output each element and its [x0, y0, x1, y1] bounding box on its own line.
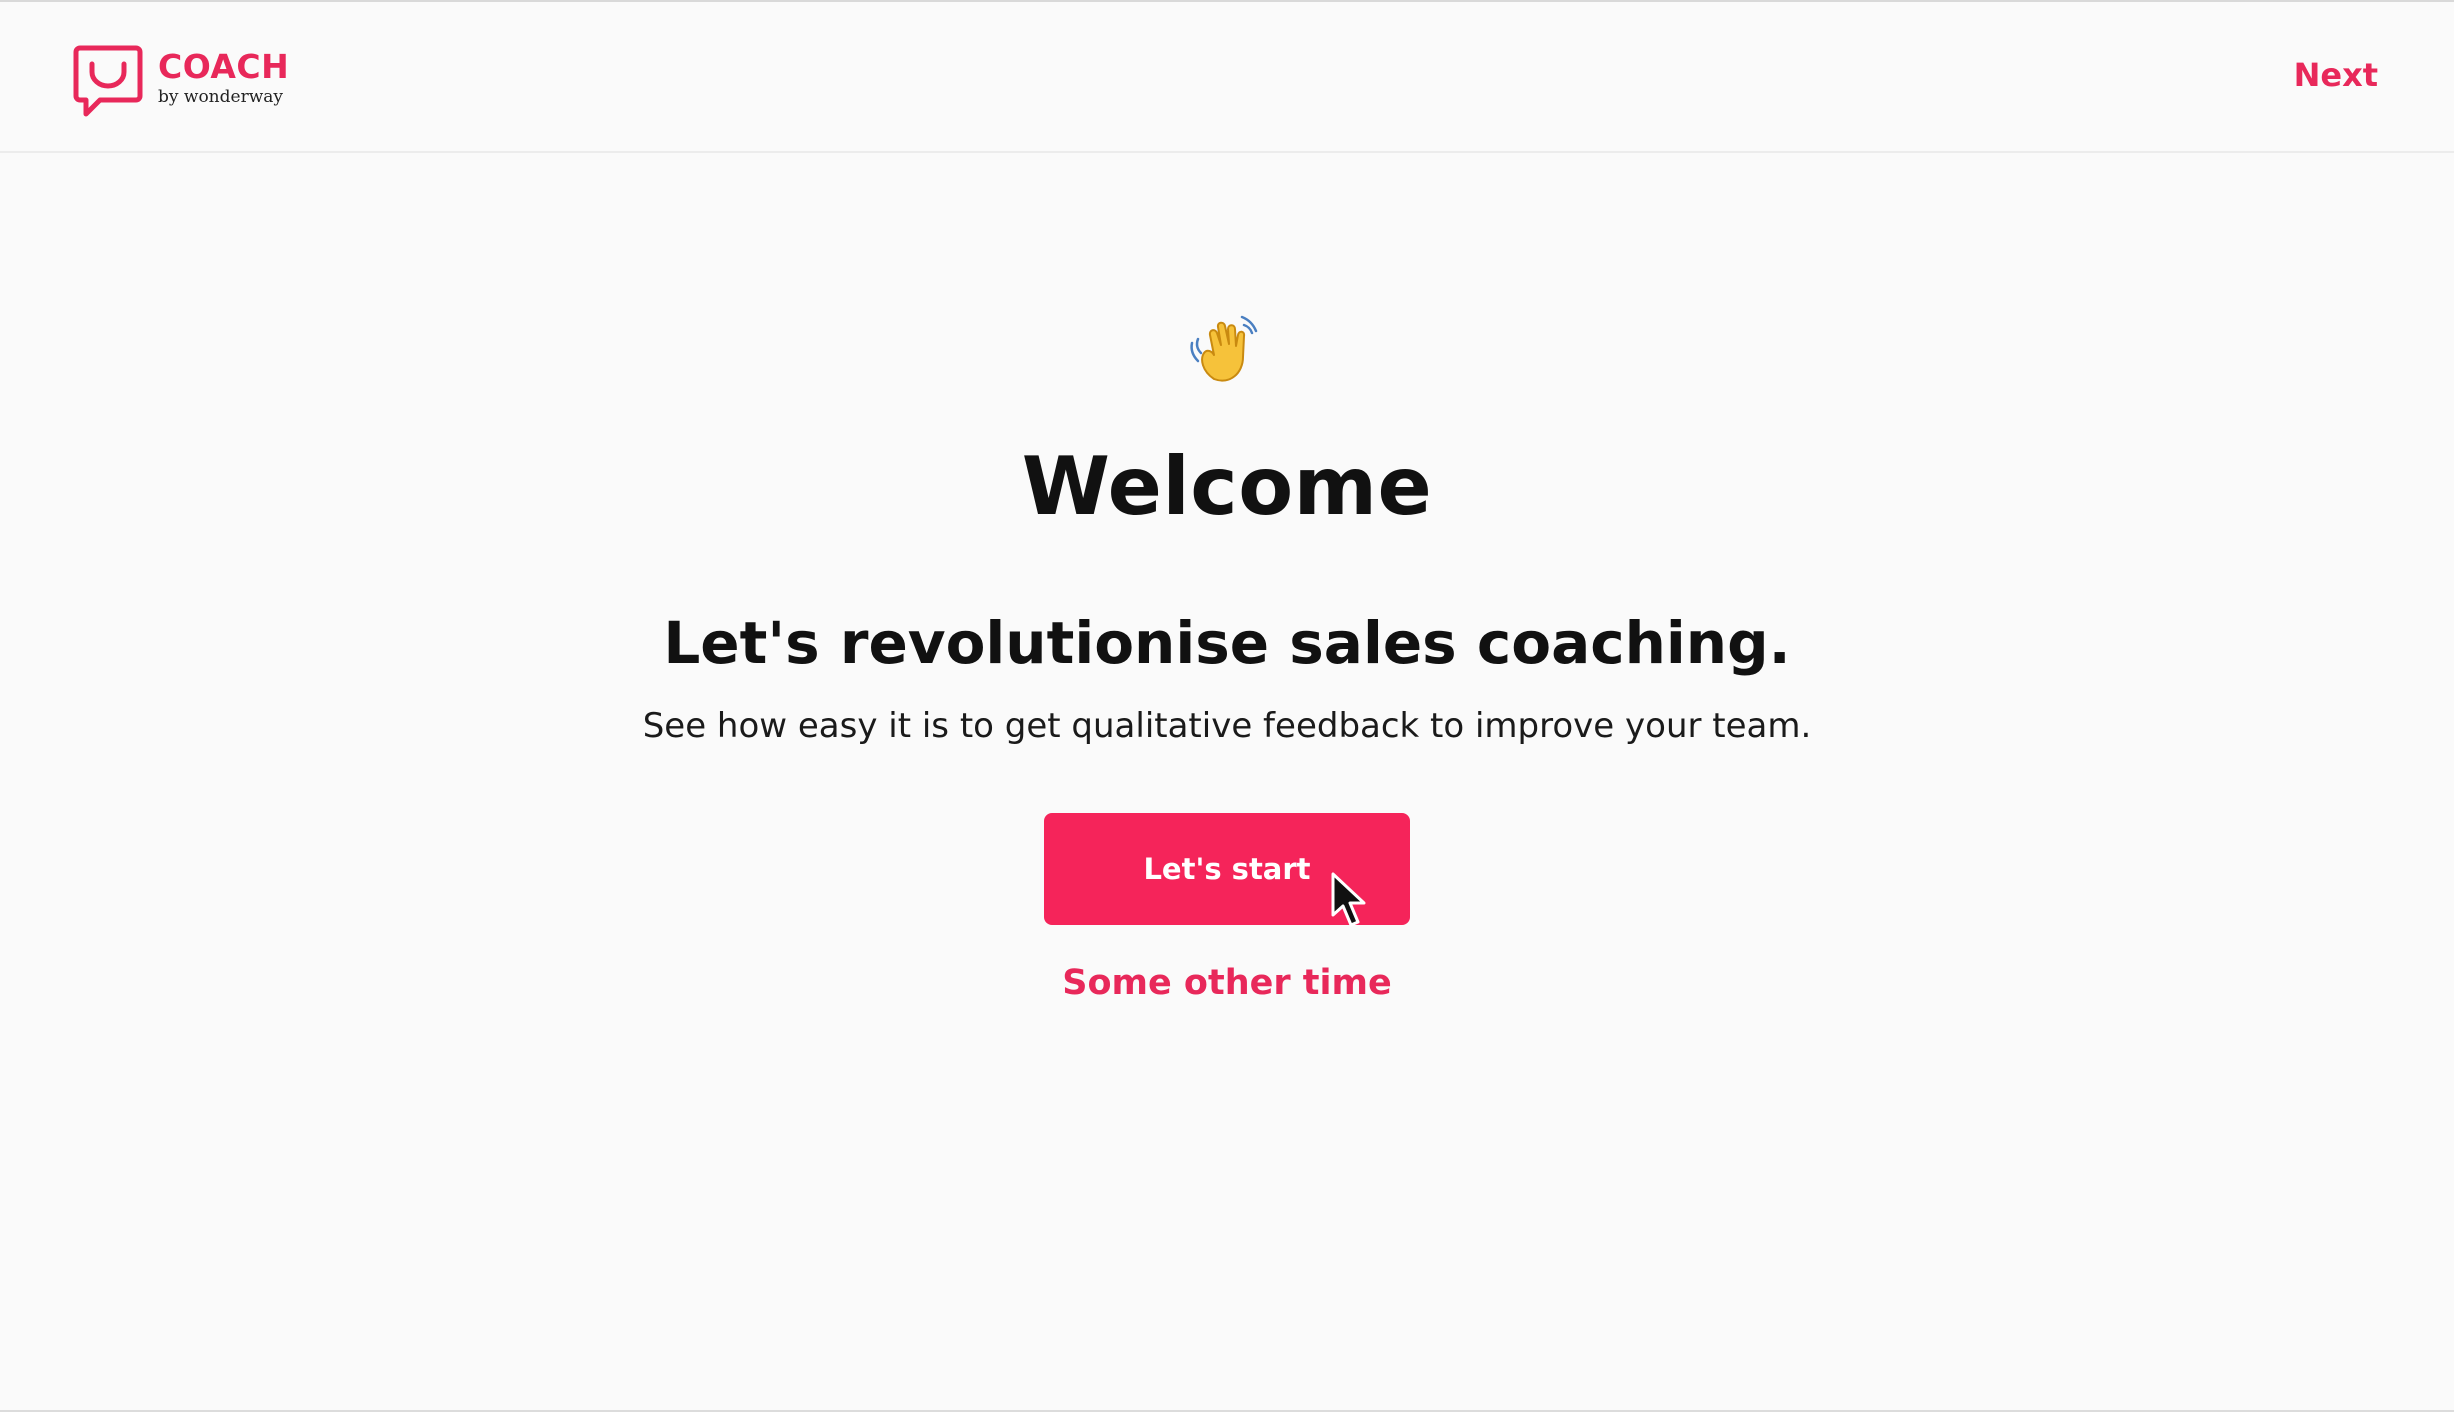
mouse-pointer-icon [1331, 872, 1366, 927]
logo-text: COACH by wonderway [158, 44, 289, 108]
page-title: Welcome [1021, 440, 1433, 533]
tagline: Let's revolutionise sales coaching. [663, 609, 1791, 677]
logo-name: COACH [158, 47, 290, 86]
welcome-panel: Welcome Let's revolutionise sales coachi… [0, 153, 2454, 1003]
lets-start-label: Let's start [1143, 852, 1311, 886]
coach-logo[interactable]: COACH by wonderway [72, 44, 289, 120]
lets-start-button[interactable]: Let's start [1044, 813, 1410, 927]
logo-tagline: by wonderway [158, 87, 283, 107]
some-other-time-link[interactable]: Some other time [1062, 963, 1391, 1003]
top-bar: COACH by wonderway Next [0, 0, 2454, 153]
subtitle: See how easy it is to get qualitative fe… [642, 706, 1812, 746]
next-link[interactable]: Next [2294, 56, 2378, 94]
waving-hand-icon [1190, 315, 1258, 382]
chat-smile-logo-icon [73, 45, 143, 117]
